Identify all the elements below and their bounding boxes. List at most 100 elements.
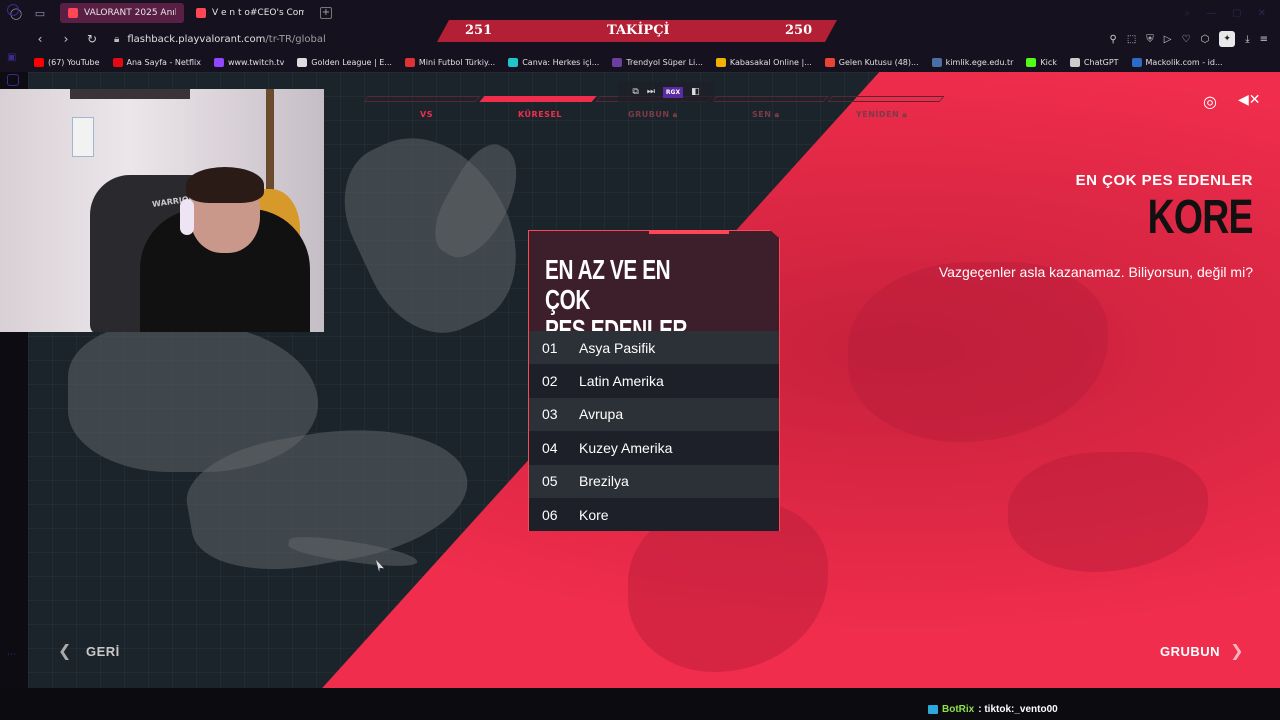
ranking-row: 05 Brezilya — [529, 464, 779, 498]
sidebar-more-icon[interactable]: ⋯ — [7, 650, 19, 662]
globe-icon[interactable]: ◎ — [1203, 92, 1217, 111]
ranking-number: 02 — [542, 372, 558, 389]
shield-icon[interactable]: ⛨ — [1146, 34, 1154, 45]
headset-icon — [180, 199, 194, 235]
browser-logo-icon[interactable] — [7, 4, 19, 16]
bookmark-label: Golden League | E... — [311, 57, 392, 67]
sidebar-app-icon[interactable] — [7, 74, 19, 86]
next-label: GRUBUN — [1160, 643, 1221, 659]
minimize-icon[interactable]: — — [1206, 8, 1216, 19]
back-button[interactable]: ❮ GERİ — [58, 642, 120, 660]
popout-icon[interactable]: ⧉ — [632, 87, 638, 97]
extensions-icon[interactable]: ⬡ — [1200, 34, 1209, 45]
bookmark-item[interactable]: Mackolik.com - id... — [1131, 57, 1223, 67]
next-button[interactable]: GRUBUN ❯ — [1160, 642, 1244, 660]
card-tick — [649, 231, 729, 234]
sidebar-app-icon[interactable]: ▣ — [7, 52, 19, 64]
bookmark-favicon-icon — [824, 57, 835, 67]
chat-username: BotRix — [942, 704, 975, 715]
lock-icon: 🔒︎ — [672, 110, 678, 119]
ranking-number: 03 — [542, 406, 558, 423]
tab-vento[interactable]: V e n t o#CEO's Compe — [188, 3, 312, 23]
bot-icon — [928, 705, 938, 714]
valorant-favicon-icon — [68, 8, 78, 18]
nav-segment-sen — [711, 96, 829, 102]
nav-kuresel[interactable]: KÜRESEL — [518, 110, 562, 119]
rgx-button[interactable]: RGX — [662, 86, 684, 98]
nav-yeniden[interactable]: YENİDEN 🔒︎ — [856, 110, 907, 120]
bookmark-item[interactable]: Gelen Kutusu (48)... — [824, 57, 919, 67]
pin-icon[interactable]: ⚲ — [1110, 34, 1117, 45]
streamer-hair — [186, 167, 264, 203]
bookmark-item[interactable]: Kick — [1026, 57, 1057, 67]
bookmark-item[interactable]: Trendyol Süper Li... — [612, 57, 703, 67]
ranking-region: Kuzey Amerika — [579, 439, 673, 456]
ranking-row: 03 Avrupa — [529, 397, 779, 431]
nav-segment-yeniden — [827, 96, 945, 102]
bookmark-favicon-icon — [1026, 57, 1037, 67]
bookmark-item[interactable]: kimlik.ege.edu.tr — [931, 57, 1013, 67]
bookmark-item[interactable]: Ana Sayfa - Netflix — [112, 57, 201, 67]
result-subtitle: EN ÇOK PES EDENLER — [1075, 172, 1253, 189]
tab-title: V e n t o#CEO's Compe — [212, 8, 304, 18]
menu-icon[interactable]: ≡ — [1260, 34, 1268, 45]
bookmark-item[interactable]: Mini Futbol Türkiy... — [404, 57, 495, 67]
bookmark-favicon-icon — [404, 57, 415, 67]
bookmark-item[interactable]: www.twitch.tv — [213, 57, 284, 67]
bookmarks-bar: (67) YouTube Ana Sayfa - Netflix www.twitc… — [0, 52, 1280, 72]
maximize-icon[interactable]: ▢ — [1232, 8, 1241, 19]
search-icon[interactable]: ⌕ — [1185, 8, 1191, 19]
extension-badge-icon[interactable]: ✦ — [1219, 31, 1236, 47]
mute-icon[interactable]: ◀✕ — [1238, 92, 1261, 108]
nav-sen[interactable]: SEN 🔒︎ — [752, 110, 779, 120]
bookmark-item[interactable]: Golden League | E... — [297, 57, 392, 67]
download-icon[interactable]: ⤓ — [1245, 34, 1249, 45]
bookmark-item[interactable]: ChatGPT — [1069, 57, 1119, 67]
screen: ◯ ▭ VALORANT 2025 Anıları V e n t o#CEO'… — [0, 0, 1280, 720]
close-icon[interactable]: ✕ — [1258, 8, 1266, 19]
bookmark-label: ChatGPT — [1083, 57, 1119, 67]
nav-vs[interactable]: VS — [420, 110, 433, 119]
play-icon[interactable]: ▷ — [1164, 34, 1172, 45]
window-controls: ⌕ — ▢ ✕ — [1185, 8, 1280, 19]
ranking-number: 01 — [542, 339, 558, 356]
result-title: KORE — [1147, 191, 1254, 244]
tab-valorant[interactable]: VALORANT 2025 Anıları — [60, 3, 184, 23]
ranking-region: Brezilya — [579, 473, 629, 490]
bookmark-label: Ana Sayfa - Netflix — [126, 57, 201, 67]
new-tab-button[interactable]: + — [320, 7, 332, 19]
stream-favicon-icon — [196, 8, 206, 18]
webcam-shelf — [70, 89, 190, 99]
ranking-number: 06 — [542, 506, 558, 523]
bookmark-favicon-icon — [931, 57, 942, 67]
forward-arrow-icon[interactable]: › — [60, 32, 72, 46]
bookmark-item[interactable]: Canva: Herkes içi... — [508, 57, 599, 67]
bookmark-favicon-icon — [112, 57, 123, 67]
nav-segment-vs — [363, 96, 481, 102]
back-arrow-icon[interactable]: ‹ — [34, 32, 46, 46]
workspace-icon[interactable]: ▭ — [32, 5, 48, 21]
skip-icon[interactable]: ⏭ — [647, 87, 655, 97]
bookmark-label: Kabasakal Online |... — [729, 57, 812, 67]
ranking-region: Avrupa — [579, 406, 624, 423]
bookmark-favicon-icon — [213, 57, 224, 67]
ranking-card-title-line: EN AZ VE EN ÇOK — [545, 254, 671, 315]
bookmark-item[interactable]: (67) YouTube — [34, 57, 100, 67]
heart-icon[interactable]: ♡ — [1181, 34, 1190, 45]
back-label: GERİ — [86, 643, 120, 659]
chevron-left-icon: ❮ — [58, 641, 72, 660]
webcam-poster — [72, 117, 94, 157]
ranking-card-header: EN AZ VE EN ÇOK PES EDENLER — [529, 231, 779, 345]
ranking-number: 04 — [542, 439, 558, 456]
url-field[interactable]: flashback.playvalorant.com/tr-TR/global — [127, 34, 325, 45]
theater-icon[interactable]: ◧ — [691, 87, 700, 97]
result-description: Vazgeçenler asla kazanamaz. Biliyorsun, … — [938, 264, 1253, 280]
bookmark-item[interactable]: Kabasakal Online |... — [715, 57, 812, 67]
nav-segment-kuresel — [479, 96, 597, 102]
nav-grubun[interactable]: GRUBUN 🔒︎ — [628, 110, 678, 120]
stream-controls: ⧉ ⏭ RGX ◧ — [618, 82, 714, 102]
ranking-row: 04 Kuzey Amerika — [529, 431, 779, 465]
lock-icon: 🔒︎ — [902, 110, 908, 119]
screenshot-icon[interactable]: ⬚ — [1127, 34, 1136, 45]
reload-icon[interactable]: ↻ — [86, 32, 98, 46]
